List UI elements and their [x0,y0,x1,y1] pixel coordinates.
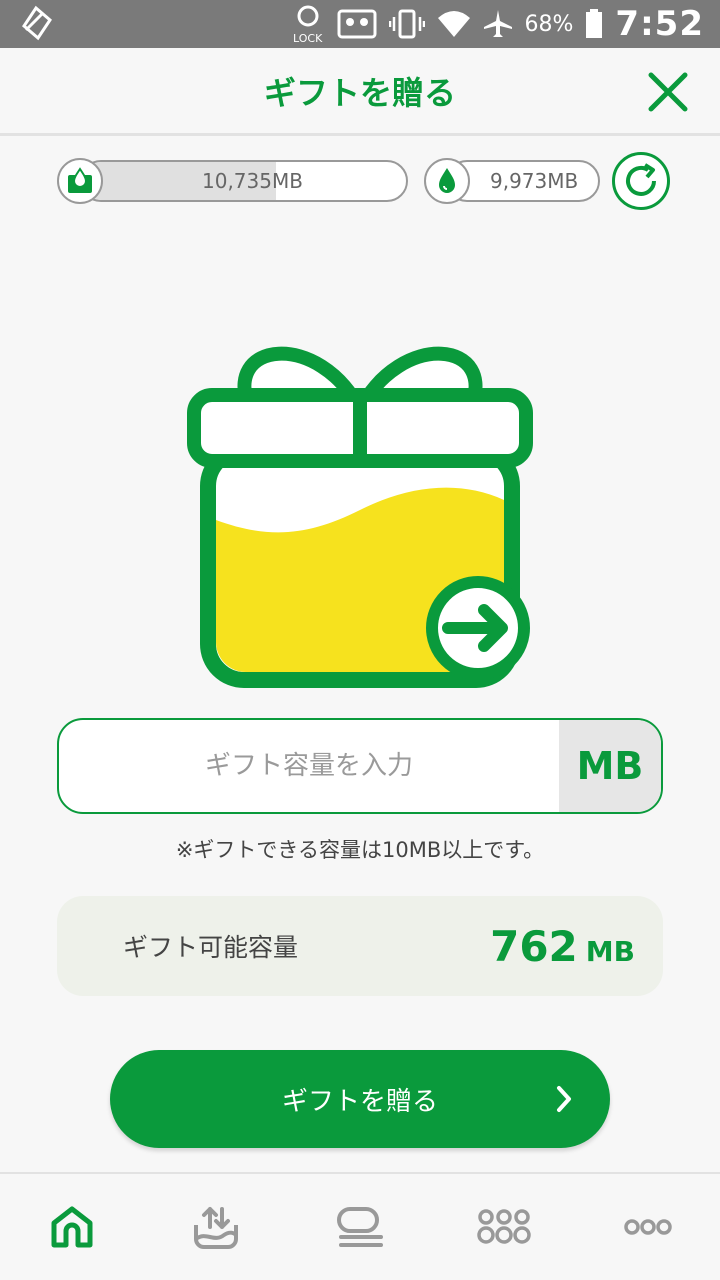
vibrate-icon [388,9,425,39]
chevron-right-icon [557,1086,571,1112]
secondary-capacity-value: 9,973MB [490,169,579,193]
home-icon [51,1206,93,1248]
nav-more[interactable] [608,1187,688,1267]
app-logo-icon [22,5,52,41]
primary-capacity-bar: 10,735MB [80,160,408,202]
water-drop-icon [439,168,455,193]
nav-home[interactable] [32,1187,112,1267]
available-capacity-unit: MB [585,934,635,968]
gift-amount-input[interactable] [59,720,559,812]
close-icon[interactable] [646,70,690,114]
data-tray-icon [194,1207,238,1249]
airplane-icon [483,10,512,37]
bottom-nav [0,1172,720,1280]
secondary-capacity-badge [424,158,470,204]
minimum-note: ※ギフトできる容量は10MB以上です。 [175,838,545,862]
clock: 7:52 [615,4,704,44]
available-capacity-number: 762 [490,921,578,971]
gift-illustration [187,346,533,688]
svg-text:LOCK: LOCK [293,32,323,44]
available-capacity-panel: ギフト可能容量 762 MB [57,896,663,996]
battery-icon [586,9,603,38]
cassette-icon [337,9,377,39]
nav-stack[interactable] [320,1187,400,1267]
primary-capacity-value: 10,735MB [202,169,303,193]
lock-icon: LOCK [293,5,323,44]
available-capacity-label: ギフト可能容量 [123,933,299,962]
gift-amount-field: MB [57,718,663,814]
stack-icon [337,1207,383,1247]
more-icon [624,1219,672,1235]
nav-apps[interactable] [464,1187,544,1267]
water-tank-icon [68,167,92,193]
nav-data-charge[interactable] [176,1187,256,1267]
dots-grid-icon [477,1209,531,1244]
refresh-button[interactable] [612,152,670,210]
header: ギフトを贈る [0,48,720,136]
wifi-icon [437,11,470,37]
send-gift-button[interactable]: ギフトを贈る [110,1050,610,1148]
send-gift-label: ギフトを贈る [281,1086,438,1117]
primary-capacity-badge [57,158,103,204]
available-capacity-value: 762 MB [490,922,635,971]
status-bar: LOCK 68% 7:52 [0,0,720,48]
battery-percent: 68% [524,11,574,37]
refresh-icon [626,163,656,196]
page-title: ギフトを贈る [263,73,456,112]
unit-label: MB [559,720,661,812]
